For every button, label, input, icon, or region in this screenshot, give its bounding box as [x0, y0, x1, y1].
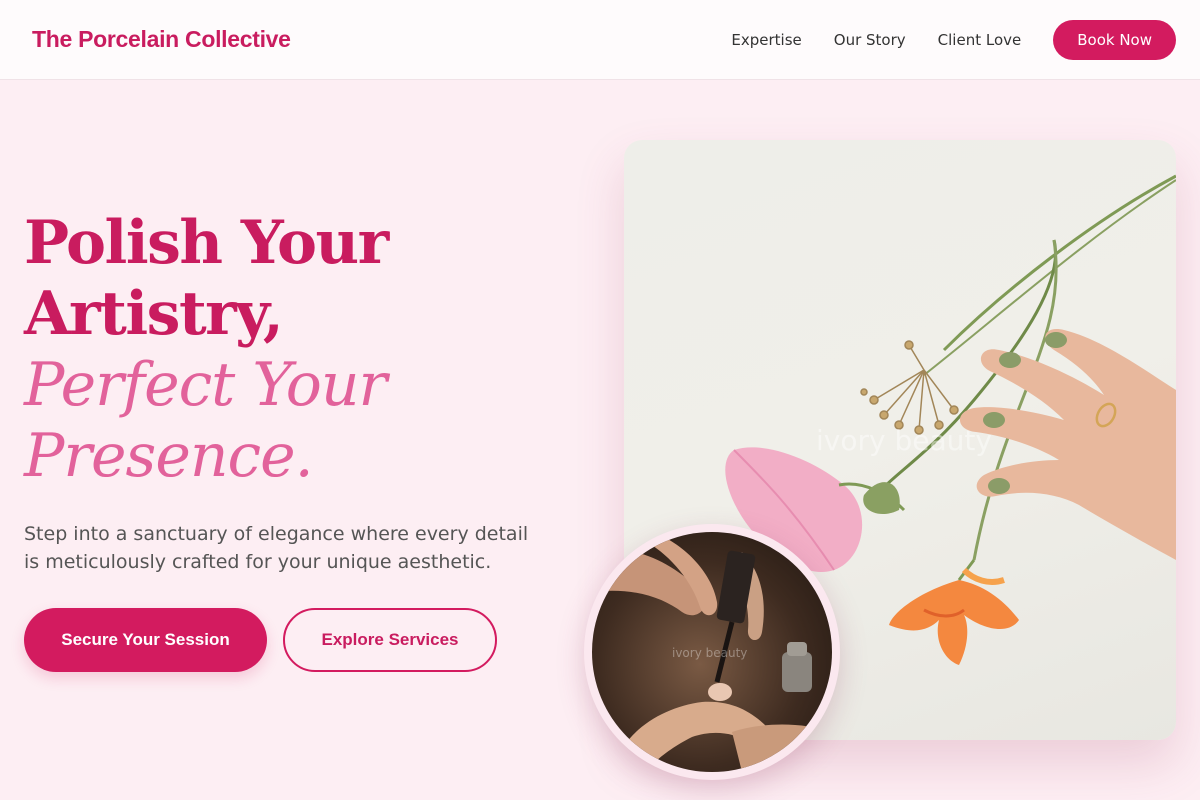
- nav-link-expertise[interactable]: Expertise: [731, 31, 801, 49]
- explore-services-button[interactable]: Explore Services: [283, 608, 497, 672]
- brand-logo[interactable]: The Porcelain Collective: [32, 26, 291, 53]
- hero-subtitle: Step into a sanctuary of elegance where …: [24, 523, 529, 573]
- site-header: The Porcelain Collective Expertise Our S…: [0, 0, 1200, 80]
- secure-session-button[interactable]: Secure Your Session: [24, 608, 267, 672]
- hero-title-line: Artistry,: [24, 279, 284, 349]
- nav-link-client-love[interactable]: Client Love: [938, 31, 1022, 49]
- manicure-illustration: [592, 532, 832, 772]
- hero-title-italic-line: Presence.: [24, 421, 314, 491]
- manicure-photo: ivory beauty: [592, 532, 832, 772]
- hero-title-italic-line: Perfect Your: [24, 350, 387, 420]
- main-nav: Expertise Our Story Client Love Book Now: [731, 19, 1176, 60]
- manicure-closeup-image: ivory beauty: [584, 524, 840, 780]
- nav-link-our-story[interactable]: Our Story: [834, 31, 906, 49]
- hero-title: Polish Your Artistry, Perfect Your Prese…: [24, 208, 389, 492]
- hero-title-line: Polish Your: [24, 208, 389, 278]
- book-now-button[interactable]: Book Now: [1053, 19, 1176, 60]
